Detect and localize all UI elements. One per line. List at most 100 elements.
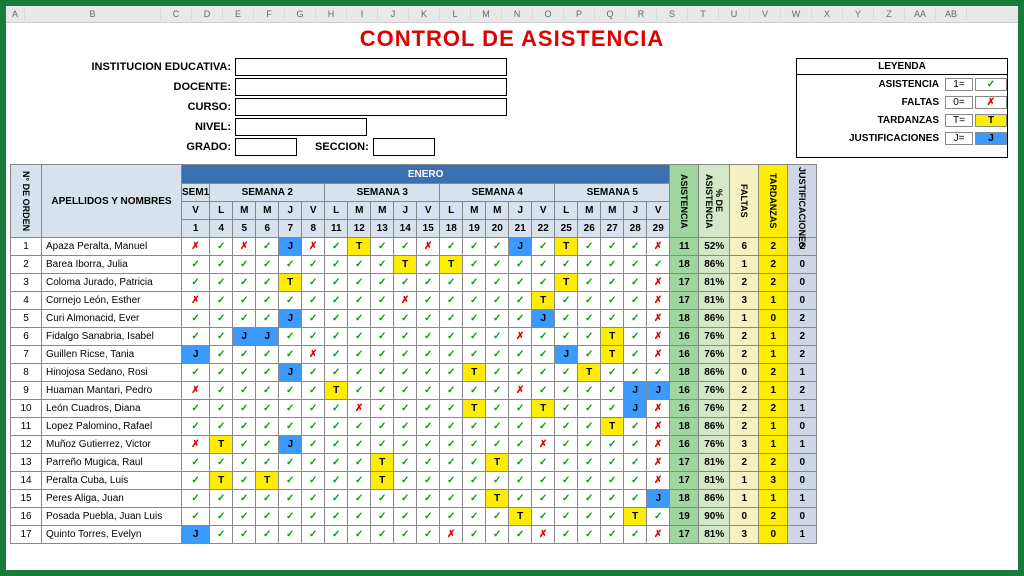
- attendance-cell[interactable]: ✓: [348, 382, 371, 400]
- attendance-cell[interactable]: ✓: [325, 256, 348, 274]
- attendance-cell[interactable]: ✓: [417, 328, 440, 346]
- attendance-cell[interactable]: ✓: [555, 364, 578, 382]
- attendance-cell[interactable]: T: [256, 472, 279, 490]
- attendance-cell[interactable]: ✓: [463, 454, 486, 472]
- attendance-cell[interactable]: ✓: [371, 310, 394, 328]
- attendance-cell[interactable]: ✓: [578, 310, 601, 328]
- attendance-cell[interactable]: J: [509, 238, 532, 256]
- attendance-cell[interactable]: ✓: [348, 490, 371, 508]
- attendance-cell[interactable]: ✓: [555, 472, 578, 490]
- attendance-cell[interactable]: ✗: [647, 274, 670, 292]
- attendance-cell[interactable]: ✓: [348, 346, 371, 364]
- attendance-cell[interactable]: ✓: [440, 454, 463, 472]
- attendance-cell[interactable]: ✓: [233, 364, 256, 382]
- input-grado[interactable]: [235, 138, 297, 156]
- attendance-cell[interactable]: ✗: [302, 346, 325, 364]
- attendance-cell[interactable]: J: [624, 382, 647, 400]
- attendance-cell[interactable]: ✓: [348, 526, 371, 544]
- attendance-cell[interactable]: ✓: [394, 274, 417, 292]
- attendance-cell[interactable]: ✓: [532, 508, 555, 526]
- attendance-cell[interactable]: ✓: [486, 400, 509, 418]
- attendance-cell[interactable]: T: [210, 472, 233, 490]
- attendance-cell[interactable]: ✓: [440, 310, 463, 328]
- attendance-cell[interactable]: ✓: [394, 400, 417, 418]
- attendance-cell[interactable]: ✓: [532, 490, 555, 508]
- attendance-cell[interactable]: ✓: [463, 256, 486, 274]
- attendance-cell[interactable]: ✓: [555, 310, 578, 328]
- attendance-cell[interactable]: T: [486, 490, 509, 508]
- attendance-cell[interactable]: ✓: [509, 310, 532, 328]
- attendance-cell[interactable]: ✓: [509, 400, 532, 418]
- attendance-cell[interactable]: ✓: [348, 472, 371, 490]
- attendance-cell[interactable]: ✓: [555, 454, 578, 472]
- attendance-cell[interactable]: ✓: [555, 490, 578, 508]
- attendance-cell[interactable]: T: [532, 400, 555, 418]
- attendance-cell[interactable]: ✓: [486, 274, 509, 292]
- attendance-cell[interactable]: ✓: [371, 238, 394, 256]
- attendance-cell[interactable]: ✓: [210, 238, 233, 256]
- attendance-cell[interactable]: ✓: [509, 256, 532, 274]
- attendance-cell[interactable]: T: [210, 436, 233, 454]
- attendance-cell[interactable]: ✓: [256, 436, 279, 454]
- attendance-cell[interactable]: ✓: [601, 364, 624, 382]
- attendance-cell[interactable]: T: [371, 472, 394, 490]
- attendance-cell[interactable]: ✓: [279, 418, 302, 436]
- attendance-cell[interactable]: ✓: [371, 436, 394, 454]
- attendance-cell[interactable]: ✓: [624, 454, 647, 472]
- attendance-cell[interactable]: ✓: [624, 472, 647, 490]
- attendance-cell[interactable]: ✓: [601, 310, 624, 328]
- attendance-cell[interactable]: ✓: [509, 292, 532, 310]
- attendance-cell[interactable]: ✓: [325, 310, 348, 328]
- attendance-cell[interactable]: ✓: [463, 508, 486, 526]
- attendance-cell[interactable]: ✓: [371, 400, 394, 418]
- attendance-cell[interactable]: T: [463, 364, 486, 382]
- attendance-cell[interactable]: ✓: [463, 418, 486, 436]
- attendance-cell[interactable]: ✓: [509, 526, 532, 544]
- attendance-cell[interactable]: ✓: [325, 274, 348, 292]
- attendance-cell[interactable]: ✓: [394, 418, 417, 436]
- attendance-cell[interactable]: ✓: [210, 256, 233, 274]
- attendance-cell[interactable]: ✓: [440, 490, 463, 508]
- attendance-cell[interactable]: ✓: [371, 490, 394, 508]
- attendance-cell[interactable]: ✓: [394, 472, 417, 490]
- attendance-cell[interactable]: ✓: [233, 490, 256, 508]
- attendance-cell[interactable]: ✓: [440, 418, 463, 436]
- attendance-cell[interactable]: ✓: [256, 508, 279, 526]
- attendance-cell[interactable]: ✓: [624, 238, 647, 256]
- attendance-cell[interactable]: ✓: [256, 526, 279, 544]
- attendance-cell[interactable]: ✓: [325, 400, 348, 418]
- attendance-cell[interactable]: ✗: [509, 382, 532, 400]
- attendance-cell[interactable]: ✓: [440, 274, 463, 292]
- attendance-cell[interactable]: ✓: [279, 508, 302, 526]
- attendance-cell[interactable]: ✓: [233, 310, 256, 328]
- attendance-cell[interactable]: J: [182, 526, 210, 544]
- attendance-cell[interactable]: ✗: [647, 292, 670, 310]
- attendance-cell[interactable]: ✓: [578, 328, 601, 346]
- attendance-cell[interactable]: ✗: [647, 472, 670, 490]
- attendance-cell[interactable]: ✗: [394, 292, 417, 310]
- attendance-cell[interactable]: ✓: [601, 274, 624, 292]
- attendance-cell[interactable]: ✓: [578, 454, 601, 472]
- attendance-cell[interactable]: ✓: [601, 490, 624, 508]
- attendance-cell[interactable]: T: [601, 328, 624, 346]
- attendance-cell[interactable]: T: [325, 382, 348, 400]
- attendance-cell[interactable]: ✓: [325, 454, 348, 472]
- attendance-cell[interactable]: ✓: [233, 508, 256, 526]
- attendance-cell[interactable]: ✓: [302, 328, 325, 346]
- attendance-cell[interactable]: ✓: [555, 256, 578, 274]
- attendance-cell[interactable]: ✓: [601, 526, 624, 544]
- attendance-cell[interactable]: ✓: [348, 274, 371, 292]
- attendance-cell[interactable]: ✓: [601, 454, 624, 472]
- attendance-cell[interactable]: ✓: [182, 508, 210, 526]
- attendance-cell[interactable]: ✓: [279, 526, 302, 544]
- attendance-cell[interactable]: ✓: [463, 292, 486, 310]
- attendance-cell[interactable]: ✓: [371, 256, 394, 274]
- attendance-cell[interactable]: J: [279, 364, 302, 382]
- attendance-cell[interactable]: ✓: [182, 310, 210, 328]
- attendance-cell[interactable]: ✓: [182, 256, 210, 274]
- attendance-cell[interactable]: J: [532, 310, 555, 328]
- attendance-cell[interactable]: ✓: [440, 364, 463, 382]
- attendance-cell[interactable]: ✓: [578, 382, 601, 400]
- attendance-cell[interactable]: ✓: [417, 490, 440, 508]
- attendance-cell[interactable]: ✓: [440, 328, 463, 346]
